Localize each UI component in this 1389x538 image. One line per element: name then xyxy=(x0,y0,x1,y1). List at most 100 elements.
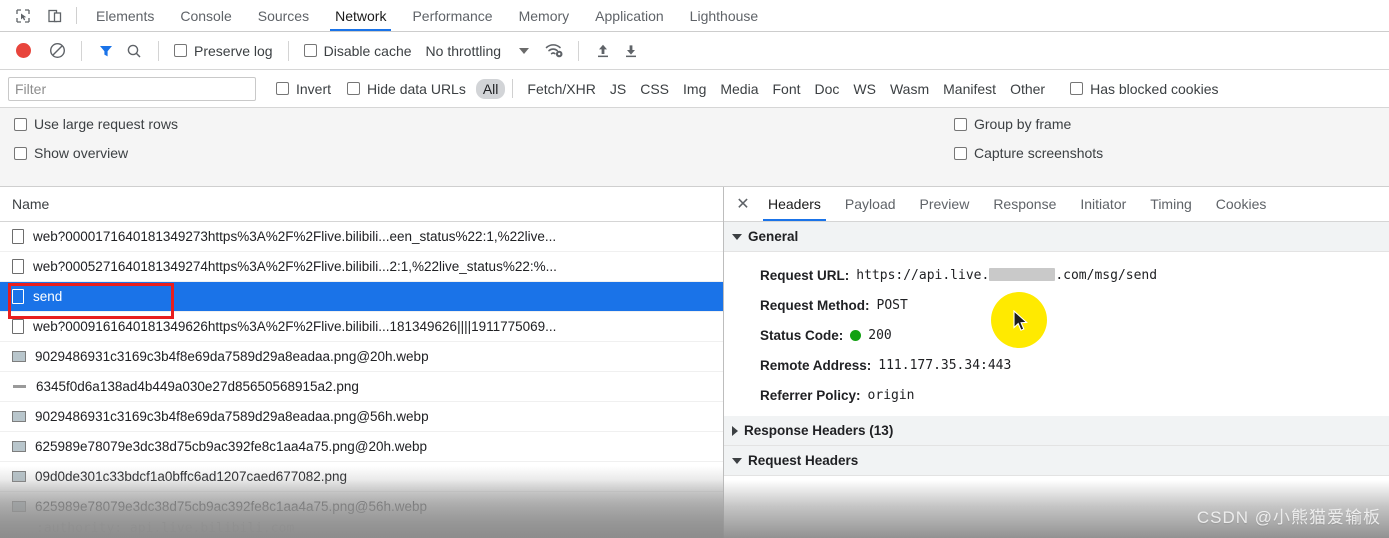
tab-timing[interactable]: Timing xyxy=(1138,187,1204,221)
close-icon[interactable]: ✕ xyxy=(730,187,756,221)
general-section-header[interactable]: General xyxy=(724,222,1389,252)
filter-input[interactable] xyxy=(8,76,256,101)
remote-address-row: Remote Address: 111.177.35.34:443 xyxy=(724,350,1389,380)
request-method-row: Request Method: POST xyxy=(724,290,1389,320)
request-name: 09d0de301c33bdcf1a0bffc6ad1207caed677082… xyxy=(35,469,348,484)
tab-lighthouse[interactable]: Lighthouse xyxy=(677,0,772,31)
request-url-prefix: https://api.live. xyxy=(856,267,990,283)
tab-elements-label: Elements xyxy=(96,7,155,24)
table-row[interactable]: 09d0de301c33bdcf1a0bffc6ad1207caed677082… xyxy=(0,462,723,492)
group-by-frame-checkbox[interactable]: Group by frame xyxy=(954,116,1103,132)
tab-preview[interactable]: Preview xyxy=(908,187,982,221)
tab-sources-label: Sources xyxy=(257,7,310,24)
disable-cache-checkbox[interactable]: Disable cache xyxy=(303,43,412,59)
group-by-frame-box[interactable] xyxy=(954,117,967,131)
image-icon xyxy=(12,351,26,362)
filter-type-font[interactable]: Font xyxy=(766,79,808,99)
inspect-element-icon[interactable] xyxy=(12,5,34,27)
clear-network-log-icon[interactable] xyxy=(44,38,70,64)
wifi-settings-icon[interactable] xyxy=(541,38,567,64)
toolbar-divider-2 xyxy=(158,40,159,61)
request-url-key: Request URL: xyxy=(760,267,850,283)
use-large-request-rows-checkbox[interactable]: Use large request rows xyxy=(14,116,178,132)
invert-box[interactable] xyxy=(276,82,289,95)
tab-elements[interactable]: Elements xyxy=(83,0,167,31)
disable-cache-box[interactable] xyxy=(303,44,317,57)
request-method-value: POST xyxy=(876,297,908,313)
tab-response[interactable]: Response xyxy=(981,187,1068,221)
use-large-request-rows-box[interactable] xyxy=(14,117,27,131)
tab-memory[interactable]: Memory xyxy=(506,0,583,31)
record-stop-icon[interactable] xyxy=(10,38,36,64)
group-by-frame-label: Group by frame xyxy=(974,116,1072,132)
network-filter-bar: Invert Hide data URLs All Fetch/XHR JS C… xyxy=(0,70,1389,108)
request-name: 9029486931c3169c3b4f8e69da7589d29a8eadaa… xyxy=(35,349,429,364)
redacted-domain xyxy=(989,267,1056,281)
request-list[interactable]: web?0000171640181349273https%3A%2F%2Fliv… xyxy=(0,222,723,538)
filter-type-img[interactable]: Img xyxy=(676,79,713,99)
tab-response-label: Response xyxy=(993,196,1057,212)
tab-performance[interactable]: Performance xyxy=(399,0,505,31)
table-row-selected[interactable]: send xyxy=(0,282,723,312)
document-icon xyxy=(12,259,24,274)
filter-divider xyxy=(512,79,514,98)
table-row[interactable]: 6345f0d6a138ad4b449a030e27d85650568915a2… xyxy=(0,372,723,402)
filter-type-ws[interactable]: WS xyxy=(846,79,883,99)
throttling-select[interactable]: No throttling xyxy=(426,43,501,59)
device-toolbar-icon[interactable] xyxy=(44,5,66,27)
request-list-pane: Name web?0000171640181349273https%3A%2F%… xyxy=(0,187,724,538)
request-method-key: Request Method: xyxy=(760,297,870,313)
tab-application[interactable]: Application xyxy=(582,0,677,31)
table-row[interactable]: web?0009161640181349626https%3A%2F%2Fliv… xyxy=(0,312,723,342)
document-icon xyxy=(12,289,24,304)
invert-checkbox[interactable]: Invert xyxy=(276,81,331,97)
capture-screenshots-box[interactable] xyxy=(954,146,967,160)
invert-label: Invert xyxy=(296,80,332,97)
tab-headers-label: Headers xyxy=(768,196,821,212)
filter-type-all[interactable]: All xyxy=(475,78,506,99)
table-row[interactable]: web?0000171640181349273https%3A%2F%2Fliv… xyxy=(0,222,723,252)
filter-type-wasm[interactable]: Wasm xyxy=(883,79,936,99)
referrer-policy-row: Referrer Policy: origin xyxy=(724,380,1389,410)
download-arrow-icon[interactable] xyxy=(618,38,644,64)
table-row[interactable]: 9029486931c3169c3b4f8e69da7589d29a8eadaa… xyxy=(0,342,723,372)
response-headers-section-header[interactable]: Response Headers (13) xyxy=(724,416,1389,446)
search-icon[interactable] xyxy=(121,38,147,64)
request-headers-section-header[interactable]: Request Headers xyxy=(724,446,1389,476)
tab-network[interactable]: Network xyxy=(322,0,399,31)
hide-data-urls-checkbox[interactable]: Hide data URLs xyxy=(347,81,466,97)
filter-type-fetch-xhr[interactable]: Fetch/XHR xyxy=(520,79,602,99)
preserve-log-box[interactable] xyxy=(174,44,187,57)
request-column-header[interactable]: Name xyxy=(0,187,723,222)
filter-type-manifest[interactable]: Manifest xyxy=(936,79,1003,99)
tab-sources[interactable]: Sources xyxy=(245,0,322,31)
table-row[interactable]: web?0005271640181349274https%3A%2F%2Fliv… xyxy=(0,252,723,282)
filter-type-media[interactable]: Media xyxy=(713,79,765,99)
chevron-right-icon xyxy=(732,425,738,436)
request-url-value[interactable]: https://api.live. .com/msg/send xyxy=(856,267,1157,283)
tab-initiator[interactable]: Initiator xyxy=(1068,187,1138,221)
use-large-request-rows-label: Use large request rows xyxy=(34,116,178,132)
has-blocked-cookies-checkbox[interactable]: Has blocked cookies xyxy=(1070,81,1218,97)
capture-screenshots-checkbox[interactable]: Capture screenshots xyxy=(954,145,1103,161)
filter-type-css[interactable]: CSS xyxy=(633,79,676,99)
has-blocked-cookies-box[interactable] xyxy=(1070,82,1084,95)
show-overview-checkbox[interactable]: Show overview xyxy=(14,145,178,161)
preserve-log-checkbox[interactable]: Preserve log xyxy=(174,43,273,59)
tab-cookies[interactable]: Cookies xyxy=(1204,187,1279,221)
filter-type-other[interactable]: Other xyxy=(1003,79,1052,99)
filter-type-js[interactable]: JS xyxy=(603,79,633,99)
chevron-down-icon[interactable] xyxy=(519,47,530,54)
tab-headers[interactable]: Headers xyxy=(756,187,833,221)
filter-type-doc[interactable]: Doc xyxy=(808,79,847,99)
upload-arrow-icon[interactable] xyxy=(590,38,616,64)
show-overview-box[interactable] xyxy=(14,146,27,160)
table-row[interactable]: 625989e78079e3dc38d75cb9ac392fe8c1aa4a75… xyxy=(0,432,723,462)
filter-funnel-icon[interactable] xyxy=(93,38,119,64)
table-row[interactable]: 625989e78079e3dc38d75cb9ac392fe8c1aa4a75… xyxy=(0,492,723,522)
tab-payload[interactable]: Payload xyxy=(833,187,908,221)
image-icon xyxy=(12,501,26,512)
table-row[interactable]: 9029486931c3169c3b4f8e69da7589d29a8eadaa… xyxy=(0,402,723,432)
hide-data-urls-box[interactable] xyxy=(347,82,361,95)
tab-console[interactable]: Console xyxy=(167,0,244,31)
